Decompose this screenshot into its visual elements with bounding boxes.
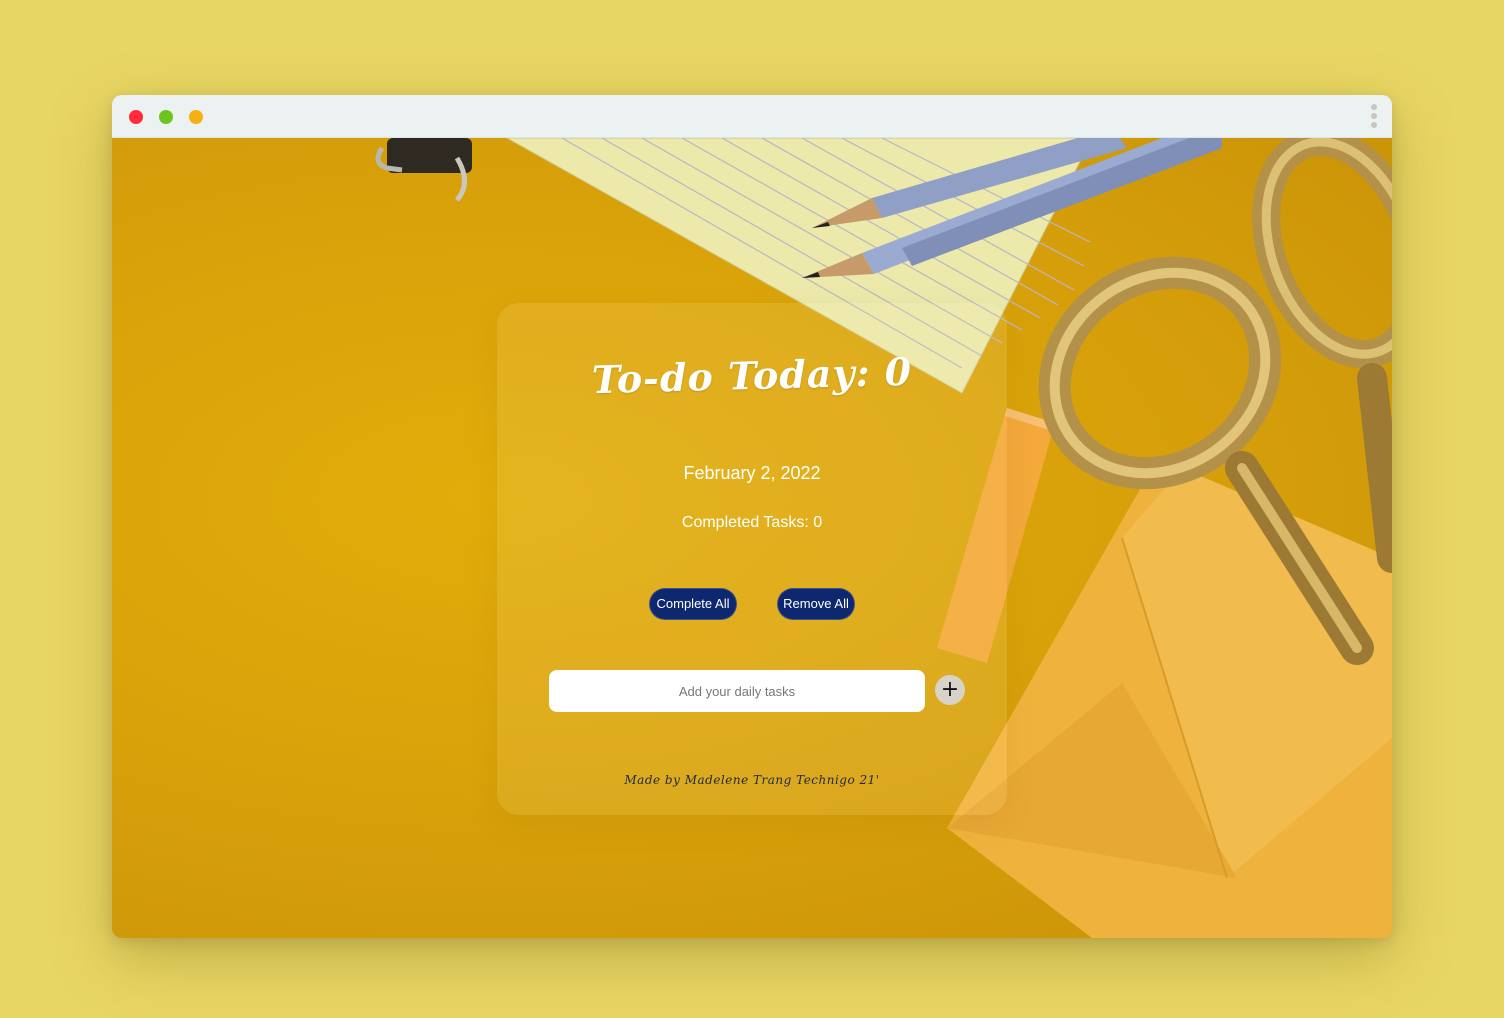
app-viewport: To-do Today: 0 February 2, 2022 Complete… <box>112 138 1392 938</box>
todo-card: To-do Today: 0 February 2, 2022 Complete… <box>497 303 1007 815</box>
completed-tasks-count: Completed Tasks: 0 <box>681 514 823 531</box>
page-title: To-do Today: 0 <box>591 348 913 403</box>
plus-icon: + <box>940 677 960 702</box>
current-date: February 2, 2022 <box>683 463 821 483</box>
binder-clip-decoration <box>375 138 472 202</box>
kebab-menu-icon[interactable] <box>1366 104 1382 130</box>
maximize-window-button[interactable] <box>189 110 203 124</box>
remove-all-button[interactable]: Remove All <box>777 588 855 620</box>
minimize-window-button[interactable] <box>159 110 173 124</box>
browser-window: To-do Today: 0 February 2, 2022 Complete… <box>112 95 1392 938</box>
complete-all-button[interactable]: Complete All <box>649 588 737 620</box>
add-task-button[interactable]: + <box>935 675 965 705</box>
window-titlebar <box>112 95 1392 138</box>
footer-credit: Made by Madelene Trang Technigo 21' <box>624 773 880 787</box>
close-window-button[interactable] <box>129 110 143 124</box>
task-input[interactable] <box>549 670 925 712</box>
